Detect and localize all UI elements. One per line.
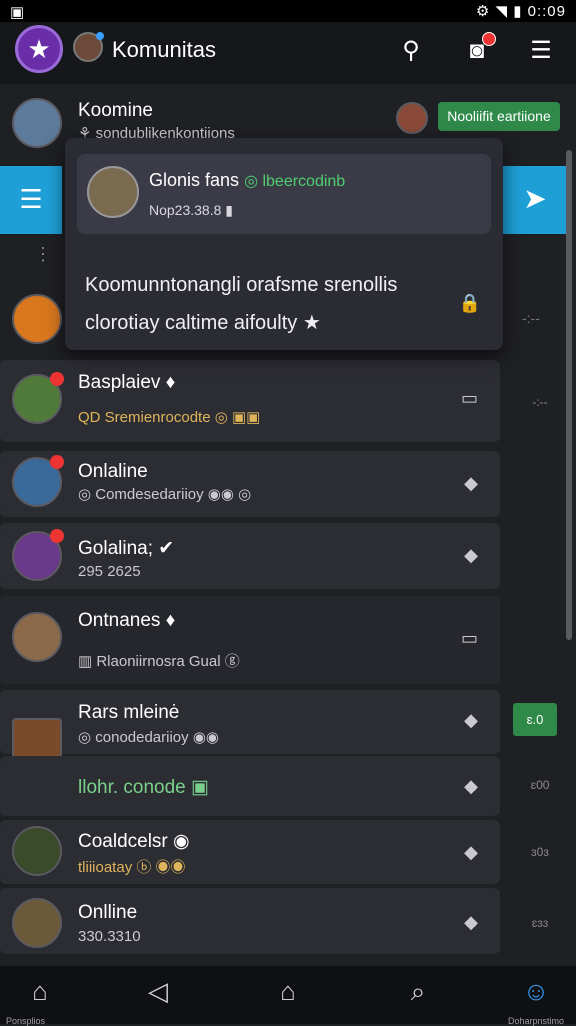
- list-item[interactable]: Coaldcelsr ◉ tliiioatay ⓑ ◉◉ ◆: [0, 820, 500, 884]
- notify-button[interactable]: Nooliifit eartiione: [438, 102, 560, 131]
- unread-badge: [50, 529, 64, 543]
- popup-card-name: Glonis fans ◎ lbeercodinb: [149, 170, 346, 190]
- home-icon[interactable]: ⌂: [20, 976, 60, 1007]
- list-item-sub: ◎ Comdesedariioy ◉◉ ◎: [78, 486, 252, 503]
- avatar: [12, 372, 64, 424]
- chat-icon[interactable]: ◆: [464, 545, 478, 566]
- popup-description: Koomunntonangli orafsme srenollis clorot…: [85, 274, 398, 334]
- list-item[interactable]: Onlaline ◎ Comdesedariioy ◉◉ ◎ ◆: [0, 451, 500, 517]
- nav-profile-label: Doharpnstimo: [508, 1016, 565, 1026]
- app-bar: ★ Komunitas ⚲ ◙ ☰: [0, 22, 576, 84]
- drawer-menu-icon[interactable]: ☰: [0, 166, 62, 234]
- avatar: [12, 529, 64, 581]
- menu-icon[interactable]: ☰: [524, 34, 558, 68]
- message-icon[interactable]: ▭: [461, 628, 478, 649]
- avatar: [87, 166, 139, 218]
- list-item-sub: tliiioatay ⓑ ◉◉: [78, 859, 186, 876]
- top-item-name: Koomine: [78, 100, 153, 121]
- row-side-label: ɜ0ɜ: [531, 845, 549, 859]
- list-item-name: Ontnanes ♦: [78, 610, 176, 631]
- chat-icon[interactable]: ◆: [464, 710, 478, 731]
- unread-badge: [50, 455, 64, 469]
- list-item-name: Onlaline: [78, 461, 148, 482]
- list-item-sub: 330.3310: [78, 928, 141, 945]
- lock-icon[interactable]: 🔒: [459, 293, 481, 314]
- list-item[interactable]: Onlline 330.3310 ◆: [0, 888, 500, 954]
- status-badge: ɛ.0: [513, 703, 557, 736]
- profile-icon[interactable]: ⚲: [394, 34, 428, 68]
- unread-badge: [50, 372, 64, 386]
- nav-home-label: Ponsplios: [6, 1016, 46, 1026]
- search-icon[interactable]: ⌕: [398, 976, 438, 1008]
- chat-icon[interactable]: ◆: [464, 473, 478, 494]
- status-bar: ▣ ⚙ ◥ ▮ 0::09: [0, 0, 576, 22]
- row-side-label: ɛɜɜ: [531, 916, 549, 930]
- notification-badge: [482, 32, 496, 46]
- list-item[interactable]: Basplaiev ♦ QD Sremienrocodte ◎ ▣▣ ▭: [0, 360, 500, 442]
- list-item-name: Basplaiev ♦: [78, 372, 176, 393]
- list-item-sub: ▥ Rlaoniirnosra Gual ⓖ: [78, 653, 240, 670]
- list-item[interactable]: Ontnanes ♦ ▥ Rlaoniirnosra Gual ⓖ ▭: [0, 596, 500, 684]
- popup-card-tag: ◎ lbeercodinb: [244, 173, 346, 190]
- list-item-sub: ◎ conodedariioy ◉◉: [78, 729, 219, 746]
- chat-icon[interactable]: ◆: [464, 776, 478, 797]
- status-right-text: ⚙ ◥ ▮ 0::09: [475, 3, 566, 20]
- row-side-label: -:--: [532, 395, 548, 409]
- row-side-label: -:--: [522, 310, 540, 326]
- android-home-icon[interactable]: ⌂: [268, 976, 308, 1007]
- status-icon: ▣: [10, 4, 25, 21]
- community-popup[interactable]: Glonis fans ◎ lbeercodinb Nop23.38.8 ▮ K…: [65, 138, 503, 350]
- list-item-name: Rars mleinė: [78, 702, 180, 723]
- list-item-name: Onlline: [78, 902, 138, 923]
- avatar[interactable]: [396, 102, 428, 134]
- avatar: [12, 898, 62, 948]
- list-item-sub: 295 2625: [78, 563, 141, 580]
- avatar: [12, 455, 64, 507]
- user-avatar[interactable]: [73, 32, 104, 62]
- row-side-label: ɛ00: [530, 778, 550, 792]
- popup-card[interactable]: Glonis fans ◎ lbeercodinb Nop23.38.8 ▮: [77, 154, 491, 234]
- more-dots-icon[interactable]: ⋮: [34, 244, 52, 265]
- list-item-name: Coaldcelsr ◉: [78, 831, 190, 852]
- avatar: [12, 612, 62, 662]
- list-item-sub: QD Sremienrocodte ◎ ▣▣: [78, 409, 261, 426]
- avatar[interactable]: [12, 294, 62, 344]
- list-item[interactable]: Rars mleinė ◎ conodedariioy ◉◉ ◆: [0, 690, 500, 768]
- list-item-name: Golalina; ✔: [78, 538, 175, 559]
- popup-card-sub: Nop23.38.8 ▮: [149, 202, 233, 218]
- list-item-name: llohr. conode ▣: [78, 777, 209, 798]
- chevron-right-icon[interactable]: ➤: [503, 166, 567, 234]
- chat-icon[interactable]: ◆: [464, 842, 478, 863]
- app-logo-star-icon[interactable]: ★: [15, 25, 63, 73]
- page-title: Komunitas: [112, 37, 216, 62]
- avatar[interactable]: [12, 98, 62, 148]
- message-icon[interactable]: ▭: [461, 388, 478, 409]
- bottom-nav: ⌂ Ponsplios ◁ ⌂ ⌕ ☺ Doharpnstimo: [0, 966, 576, 1026]
- scrollbar[interactable]: [566, 150, 572, 640]
- chat-icon[interactable]: ◆: [464, 912, 478, 933]
- profile-nav-icon[interactable]: ☺: [516, 976, 556, 1007]
- avatar: [12, 826, 62, 876]
- list-item[interactable]: llohr. conode ▣ ◆: [0, 756, 500, 816]
- back-icon[interactable]: ◁: [138, 976, 178, 1007]
- list-item[interactable]: Golalina; ✔ 295 2625 ◆: [0, 523, 500, 589]
- notification-icon[interactable]: ◙: [460, 32, 496, 68]
